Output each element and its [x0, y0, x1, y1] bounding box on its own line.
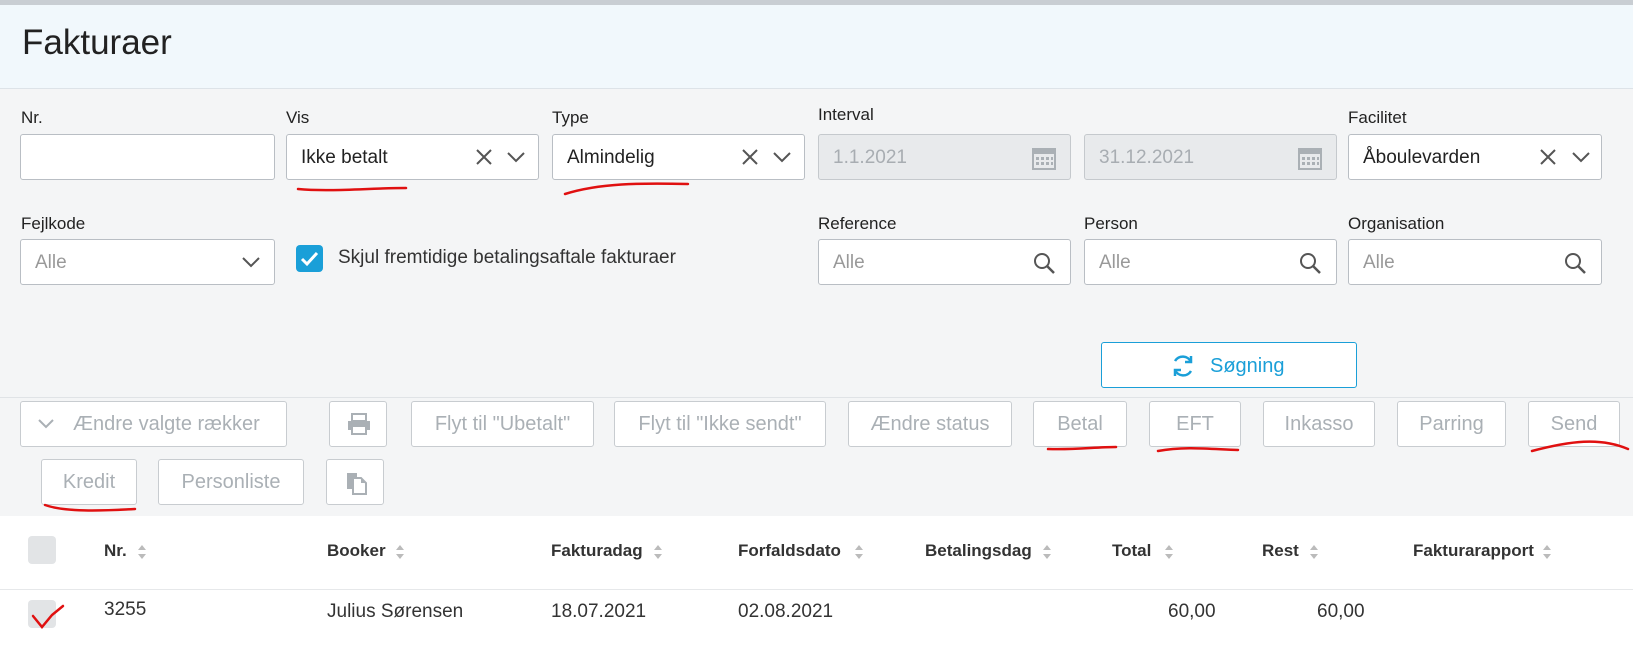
move-to-not-sent-button[interactable]: Flyt til "Ikke sendt": [614, 401, 826, 447]
interval-to-value: 31.12.2021: [1099, 147, 1195, 168]
print-icon: [348, 413, 370, 435]
sort-icon[interactable]: [1541, 543, 1553, 561]
cell-nr: 3255: [104, 599, 147, 620]
collection-button[interactable]: Inkasso: [1263, 401, 1375, 447]
nr-label: Nr.: [21, 108, 43, 127]
sort-icon[interactable]: [1041, 543, 1053, 561]
row-divider: [0, 589, 1633, 590]
search-icon[interactable]: [1563, 251, 1587, 275]
hide-future-label: Skjul fremtidige betalingsaftale faktura…: [338, 247, 676, 268]
cell-total: 60,00: [1168, 601, 1216, 622]
print-button[interactable]: [329, 401, 387, 447]
type-label: Type: [552, 108, 589, 127]
sort-icon[interactable]: [136, 543, 148, 561]
column-header-total[interactable]: Total: [1112, 541, 1151, 561]
send-button[interactable]: Send: [1528, 401, 1620, 447]
select-all-checkbox[interactable]: [28, 536, 56, 564]
nr-input[interactable]: [20, 134, 275, 180]
fejlkode-select[interactable]: Alle: [20, 239, 275, 285]
invoice-table: [0, 516, 1633, 649]
interval-to-input[interactable]: 31.12.2021: [1084, 134, 1337, 180]
hide-future-checkbox[interactable]: [296, 245, 323, 272]
search-icon[interactable]: [1298, 251, 1322, 275]
close-icon[interactable]: [1538, 147, 1558, 167]
column-header-nr[interactable]: Nr.: [104, 541, 127, 561]
column-header-fakturadag[interactable]: Fakturadag: [551, 541, 643, 561]
page-title: Fakturaer: [22, 23, 172, 62]
column-header-betalingsdag[interactable]: Betalingsdag: [925, 541, 1032, 561]
column-header-forfaldsdato[interactable]: Forfaldsdato: [738, 541, 841, 561]
close-icon[interactable]: [740, 147, 760, 167]
person-list-button[interactable]: Personliste: [158, 459, 304, 505]
person-placeholder: Alle: [1099, 252, 1131, 273]
organisation-label: Organisation: [1348, 214, 1445, 233]
change-rows-label: Ændre valgte rækker: [73, 413, 260, 435]
column-header-rest[interactable]: Rest: [1262, 541, 1299, 561]
credit-button[interactable]: Kredit: [41, 459, 137, 505]
refresh-icon: [1173, 355, 1193, 377]
reference-input[interactable]: Alle: [818, 239, 1071, 285]
eft-button[interactable]: EFT: [1149, 401, 1241, 447]
interval-from-value: 1.1.2021: [833, 147, 907, 168]
sort-icon[interactable]: [394, 543, 406, 561]
facilitet-value: Åboulevarden: [1363, 147, 1481, 168]
calendar-icon[interactable]: [1298, 146, 1322, 170]
matching-button[interactable]: Parring: [1397, 401, 1506, 447]
vis-select[interactable]: Ikke betalt: [286, 134, 539, 180]
sort-icon[interactable]: [1163, 543, 1175, 561]
search-button[interactable]: Søgning: [1101, 342, 1357, 388]
sort-icon[interactable]: [853, 543, 865, 561]
cell-forfaldsdato: 02.08.2021: [738, 601, 834, 622]
chevron-down-icon[interactable]: [241, 254, 261, 270]
organisation-input[interactable]: Alle: [1348, 239, 1602, 285]
cell-fakturadag: 18.07.2021: [551, 601, 647, 622]
facilitet-label: Facilitet: [1348, 108, 1407, 127]
cell-rest: 60,00: [1317, 601, 1365, 622]
chevron-down-icon[interactable]: [506, 149, 526, 165]
person-label: Person: [1084, 214, 1138, 233]
type-value: Almindelig: [567, 147, 655, 168]
reference-placeholder: Alle: [833, 252, 865, 273]
sort-icon[interactable]: [1308, 543, 1320, 561]
column-header-booker[interactable]: Booker: [327, 541, 386, 561]
interval-label: Interval: [818, 105, 874, 124]
vis-value: Ikke betalt: [301, 147, 388, 168]
check-icon: [300, 251, 319, 267]
chevron-down-icon: [38, 419, 54, 429]
column-header-fakturarapport[interactable]: Fakturarapport: [1413, 541, 1534, 561]
vis-label: Vis: [286, 108, 310, 127]
row-checkbox[interactable]: [28, 600, 56, 628]
copy-button[interactable]: [326, 459, 384, 505]
type-select[interactable]: Almindelig: [552, 134, 805, 180]
move-to-unpaid-button[interactable]: Flyt til "Ubetalt": [411, 401, 594, 447]
chevron-down-icon[interactable]: [772, 149, 792, 165]
fejlkode-label: Fejlkode: [21, 214, 86, 233]
reference-label: Reference: [818, 214, 897, 233]
interval-from-input[interactable]: 1.1.2021: [818, 134, 1071, 180]
change-rows-button[interactable]: Ændre valgte rækker: [20, 401, 287, 447]
fejlkode-placeholder: Alle: [35, 252, 67, 273]
calendar-icon[interactable]: [1032, 146, 1056, 170]
pay-button[interactable]: Betal: [1033, 401, 1127, 447]
page-header: Fakturaer: [0, 5, 1633, 89]
facilitet-select[interactable]: Åboulevarden: [1348, 134, 1602, 180]
search-icon[interactable]: [1032, 251, 1056, 275]
change-status-button[interactable]: Ændre status: [848, 401, 1012, 447]
copy-icon: [347, 473, 367, 495]
person-input[interactable]: Alle: [1084, 239, 1337, 285]
cell-booker: Julius Sørensen: [327, 601, 464, 622]
search-button-label: Søgning: [1210, 355, 1285, 377]
organisation-placeholder: Alle: [1363, 252, 1395, 273]
sort-icon[interactable]: [652, 543, 664, 561]
close-icon[interactable]: [474, 147, 494, 167]
chevron-down-icon[interactable]: [1571, 149, 1591, 165]
